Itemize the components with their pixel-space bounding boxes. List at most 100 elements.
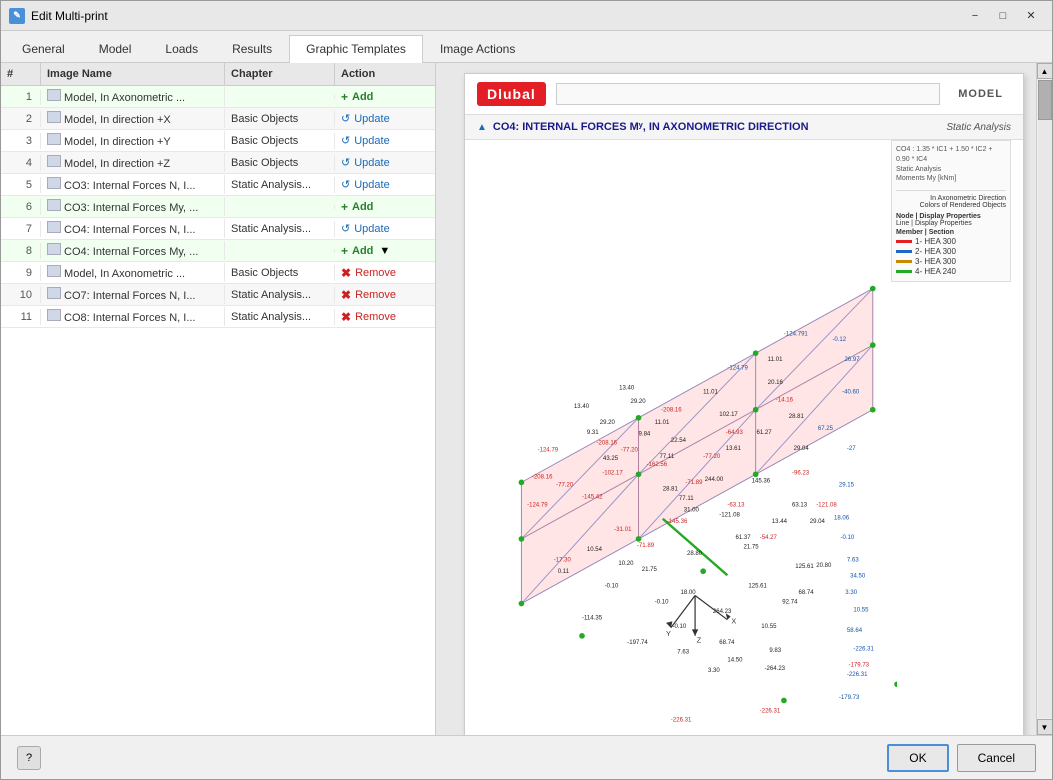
bottom-bar: ? OK Cancel xyxy=(1,735,1052,779)
svg-text:61.27: 61.27 xyxy=(756,430,772,436)
maximize-button[interactable]: □ xyxy=(990,6,1016,26)
svg-text:-64.93: -64.93 xyxy=(726,430,744,436)
table-row[interactable]: 11 CO8: Internal Forces N, I...Static An… xyxy=(1,306,435,328)
table-row[interactable]: 6 CO3: Internal Forces My, ...+ Add xyxy=(1,196,435,218)
image-icon xyxy=(47,177,61,189)
title-bar-left: ✎ Edit Multi-print xyxy=(9,8,108,24)
preview-content: Dlubal MODEL ▲ CO4: INTERNAL FORCES Mʸ, … xyxy=(436,63,1052,735)
help-button[interactable]: ? xyxy=(17,746,41,770)
row-chapter: Basic Objects xyxy=(225,265,335,281)
image-icon xyxy=(47,133,61,145)
tab-results[interactable]: Results xyxy=(215,35,289,62)
tab-model[interactable]: Model xyxy=(82,35,149,62)
tab-image-actions[interactable]: Image Actions xyxy=(423,35,532,62)
svg-text:-71.89: -71.89 xyxy=(685,480,703,486)
table-row[interactable]: 9 Model, In Axonometric ...Basic Objects… xyxy=(1,262,435,284)
minimize-button[interactable]: − xyxy=(962,6,988,26)
row-image-name: CO3: Internal Forces My, ... xyxy=(41,197,225,216)
ok-button[interactable]: OK xyxy=(887,744,948,772)
preview-title: CO4: INTERNAL FORCES Mʸ, IN AXONOMETRIC … xyxy=(493,121,809,133)
update-icon: ↺ xyxy=(341,178,350,191)
row-image-name: CO8: Internal Forces N, I... xyxy=(41,307,225,326)
scroll-down-button[interactable]: ▼ xyxy=(1037,719,1053,735)
svg-text:9.31: 9.31 xyxy=(587,430,599,436)
svg-text:11.01: 11.01 xyxy=(655,420,670,426)
main-window: ✎ Edit Multi-print − □ ✕ General Model L… xyxy=(0,0,1053,780)
legend-item-label: 1- HEA 300 xyxy=(915,237,956,246)
table-row[interactable]: 5 CO3: Internal Forces N, I...Static Ana… xyxy=(1,174,435,196)
svg-text:18.06: 18.06 xyxy=(834,516,850,522)
scroll-thumb[interactable] xyxy=(1038,80,1052,120)
svg-text:92.74: 92.74 xyxy=(782,600,798,606)
svg-text:10.20: 10.20 xyxy=(618,561,634,567)
scroll-track[interactable] xyxy=(1038,80,1052,718)
table-header: # Image Name Chapter Action xyxy=(1,63,435,86)
close-button[interactable]: ✕ xyxy=(1018,6,1044,26)
row-action: + Add xyxy=(335,88,435,106)
legend-color-swatch xyxy=(896,260,912,263)
row-num: 6 xyxy=(1,199,41,215)
svg-text:-77.20: -77.20 xyxy=(621,448,639,454)
svg-text:26.97: 26.97 xyxy=(845,357,861,363)
svg-text:21.75: 21.75 xyxy=(744,545,760,551)
header-input-field[interactable] xyxy=(556,83,940,105)
direction-label: In Axonometric Direction xyxy=(896,195,1006,202)
row-num: 2 xyxy=(1,111,41,127)
row-chapter xyxy=(225,249,335,253)
row-image-name: CO4: Internal Forces My, ... xyxy=(41,241,225,260)
row-num: 4 xyxy=(1,155,41,171)
row-action: ↺ Update xyxy=(335,154,435,171)
svg-text:-0.10: -0.10 xyxy=(672,624,686,630)
window-title: Edit Multi-print xyxy=(31,9,108,23)
row-image-name: Model, In direction +X xyxy=(41,109,225,128)
action-label: Update xyxy=(354,157,389,169)
svg-text:-0.10: -0.10 xyxy=(655,600,669,606)
update-icon: ↺ xyxy=(341,112,350,125)
row-num: 11 xyxy=(1,309,41,325)
action-label: Remove xyxy=(355,289,396,301)
svg-text:-124.79: -124.79 xyxy=(538,448,559,454)
action-label: Add xyxy=(352,201,373,213)
svg-text:-124.791: -124.791 xyxy=(784,331,809,337)
col-header-num: # xyxy=(1,63,41,85)
table-row[interactable]: 7 CO4: Internal Forces N, I...Static Ana… xyxy=(1,218,435,240)
svg-text:34.50: 34.50 xyxy=(850,574,866,580)
action-dropdown-button[interactable]: ▼ xyxy=(377,245,392,257)
image-icon xyxy=(47,155,61,167)
table-row[interactable]: 8 CO4: Internal Forces My, ...+ Add ▼ xyxy=(1,240,435,262)
table-row[interactable]: 2 Model, In direction +XBasic Objects↺ U… xyxy=(1,108,435,130)
subtitle-line2: Static Analysis xyxy=(896,165,1006,175)
row-chapter xyxy=(225,95,335,99)
table-row[interactable]: 1 Model, In Axonometric ...+ Add xyxy=(1,86,435,108)
tab-graphic-templates[interactable]: Graphic Templates xyxy=(289,35,423,63)
legend-item-label: 2- HEA 300 xyxy=(915,247,956,256)
svg-text:29.20: 29.20 xyxy=(630,399,646,405)
remove-icon: ✖ xyxy=(341,310,351,324)
svg-text:7.63: 7.63 xyxy=(677,650,689,656)
svg-text:29.20: 29.20 xyxy=(600,420,616,426)
app-icon: ✎ xyxy=(9,8,25,24)
col-header-chapter: Chapter xyxy=(225,63,335,85)
row-chapter: Static Analysis... xyxy=(225,177,335,193)
table-row[interactable]: 3 Model, In direction +YBasic Objects↺ U… xyxy=(1,130,435,152)
svg-text:-145.42: -145.42 xyxy=(582,495,603,501)
svg-text:244.00: 244.00 xyxy=(705,477,724,483)
remove-icon: ✖ xyxy=(341,266,351,280)
tab-loads[interactable]: Loads xyxy=(148,35,215,62)
table-row[interactable]: 4 Model, In direction +ZBasic Objects↺ U… xyxy=(1,152,435,174)
row-action: ✖ Remove xyxy=(335,308,435,326)
svg-text:145.36: 145.36 xyxy=(752,478,771,484)
svg-text:Z: Z xyxy=(697,635,702,644)
table-row[interactable]: 10 CO7: Internal Forces N, I...Static An… xyxy=(1,284,435,306)
vertical-scrollbar[interactable]: ▲ ▼ xyxy=(1036,63,1052,735)
preview-card: Dlubal MODEL ▲ CO4: INTERNAL FORCES Mʸ, … xyxy=(464,73,1024,735)
legend-item: 4- HEA 240 xyxy=(896,267,1006,276)
tab-general[interactable]: General xyxy=(5,35,82,62)
cancel-button[interactable]: Cancel xyxy=(957,744,1036,772)
row-chapter: Static Analysis... xyxy=(225,309,335,325)
svg-text:18.00: 18.00 xyxy=(681,590,697,596)
svg-text:-17.30: -17.30 xyxy=(554,558,572,564)
svg-text:125.61: 125.61 xyxy=(748,583,767,589)
svg-text:22.54: 22.54 xyxy=(671,438,687,444)
scroll-up-button[interactable]: ▲ xyxy=(1037,63,1053,79)
